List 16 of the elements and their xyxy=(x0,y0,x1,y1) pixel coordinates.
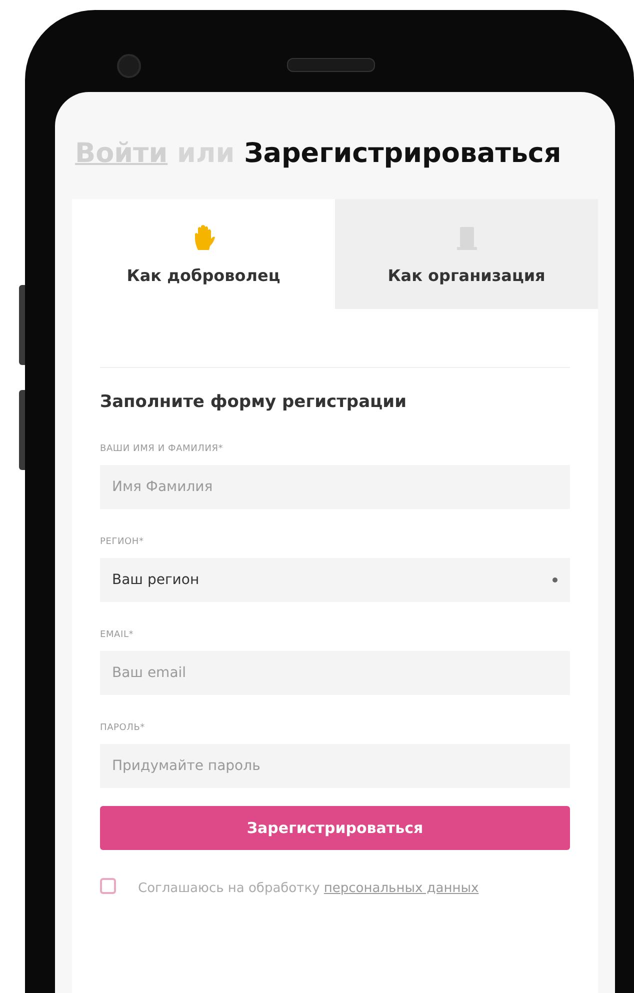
password-field[interactable]: Придумайте пароль xyxy=(100,744,570,788)
form-heading: Заполните форму регистрации xyxy=(100,392,408,412)
field-label: EMAIL* xyxy=(100,630,135,640)
page-title: Зарегистрироваться xyxy=(244,138,562,169)
field-label: РЕГИОН* xyxy=(100,537,145,547)
region-select[interactable]: Ваш регион xyxy=(100,558,570,602)
dropdown-icon xyxy=(552,577,558,583)
consent-text: Соглашаюсь на обработку персональных данных xyxy=(138,880,480,898)
input-field[interactable]: Ваш email xyxy=(100,651,570,695)
camera-icon xyxy=(117,54,141,78)
field-label: ВАШИ ИМЯ И ФАМИЛИЯ* xyxy=(100,444,224,454)
register-button[interactable]: Зарегистрироваться xyxy=(100,806,570,850)
consent-checkbox[interactable] xyxy=(100,878,116,894)
tab[interactable]: Как организация xyxy=(335,199,598,309)
field-label: ПАРОЛЬ* xyxy=(100,723,146,733)
input-field[interactable]: Имя Фамилия xyxy=(100,465,570,509)
